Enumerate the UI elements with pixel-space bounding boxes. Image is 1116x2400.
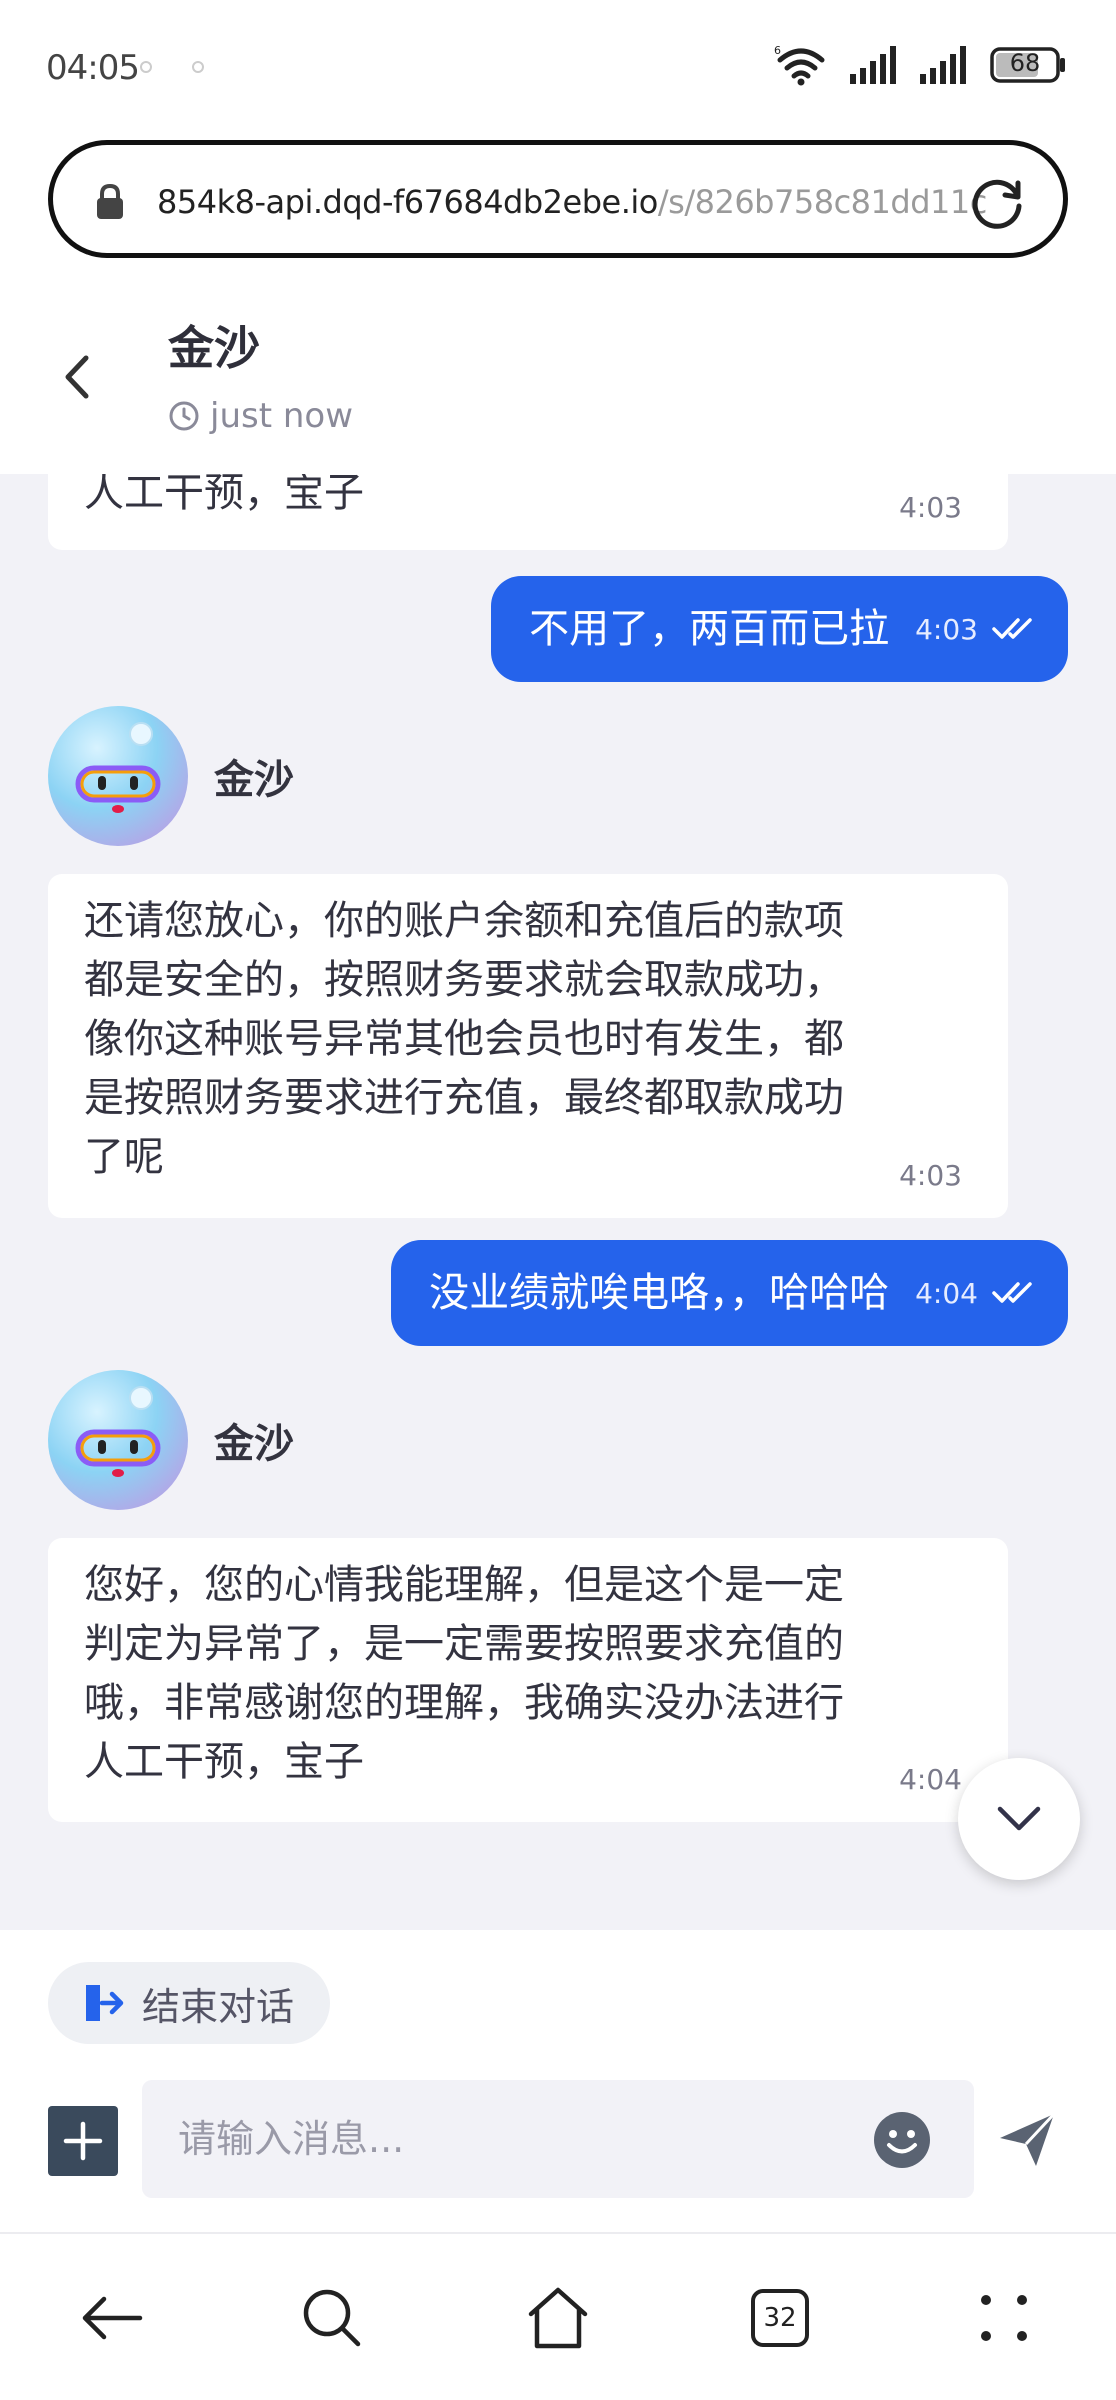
nav-home-button[interactable] (518, 2278, 598, 2358)
sender-name: 金沙 (214, 757, 294, 803)
chevron-down-icon (997, 1806, 1041, 1831)
message-time: 4:03 (899, 491, 962, 524)
message-time: 4:04 (915, 1276, 978, 1310)
incoming-message: 还请您放心，你的账户余额和充值后的款项 都是安全的，按照财务要求就会取款成功， … (48, 874, 1008, 1218)
svg-text:6: 6 (774, 44, 781, 57)
end-chat-button[interactable]: 结束对话 (48, 1962, 331, 2044)
message-list[interactable]: 人工干预，宝子 4:03 不用了，两百而已拉 4:03 金沙 还请您放心，你的账… (0, 474, 1116, 1930)
chat-title: 金沙 (168, 321, 260, 375)
message-text: 还请您放心，你的账户余额和充值后的款项 都是安全的，按照财务要求就会取款成功， … (84, 898, 844, 1180)
avatar[interactable] (48, 706, 188, 846)
home-icon (528, 2287, 588, 2349)
status-bar: 04:05 6 68 (0, 0, 1116, 140)
message-input[interactable] (142, 2080, 974, 2198)
add-attachment-button[interactable] (48, 2106, 118, 2176)
notification-dots (140, 58, 244, 77)
status-icons: 6 68 (774, 42, 1066, 88)
outgoing-message: 没业绩就唉电咯，，哈哈哈 4:04 (391, 1240, 1068, 1346)
emoji-icon[interactable] (872, 2110, 932, 2170)
message-text: 没业绩就唉电咯，，哈哈哈 (429, 1269, 890, 1316)
send-icon[interactable] (996, 2110, 1060, 2170)
message-text: 不用了，两百而已拉 (529, 605, 890, 652)
url-path: /s/826b758c81dd11c9de (657, 183, 987, 221)
scroll-to-bottom-button[interactable] (958, 1758, 1080, 1880)
signal-strength-icon (850, 46, 896, 84)
nav-menu-button[interactable] (964, 2278, 1044, 2358)
exit-icon (86, 1985, 124, 2021)
tabs-count: 32 (751, 2289, 809, 2347)
read-receipt-icon (992, 1282, 1032, 1303)
sender-name: 金沙 (214, 1421, 294, 1467)
wifi-icon: 6 (774, 44, 825, 86)
avatar[interactable] (48, 1370, 188, 1510)
battery-icon: 68 (990, 47, 1066, 83)
message-time: 4:04 (899, 1763, 962, 1796)
clock-icon (169, 401, 199, 431)
menu-dots-icon (981, 2295, 1027, 2341)
incoming-message: 您好，您的心情我能理解，但是这个是一定 判定为异常了，是一定需要按照要求充值的 … (48, 1538, 1008, 1822)
message-time: 4:03 (899, 1159, 962, 1192)
robot-avatar-icon (75, 722, 161, 813)
browser-bar: 854k8-api.dqd-f67684db2ebe.io/s/826b758c… (0, 140, 1116, 290)
signal-strength-icon-2 (920, 46, 966, 84)
nav-search-button[interactable] (292, 2278, 372, 2358)
sender-row: 金沙 (48, 1370, 294, 1510)
sender-row: 金沙 (48, 706, 294, 846)
message-text: 人工干预，宝子 (84, 474, 364, 516)
lock-icon (97, 183, 123, 219)
nav-tabs-button[interactable]: 32 (740, 2278, 820, 2358)
outgoing-message: 不用了，两百而已拉 4:03 (491, 576, 1068, 682)
battery-level: 68 (1009, 49, 1041, 77)
last-seen-text: just now (210, 396, 354, 436)
search-icon (303, 2289, 361, 2347)
arrow-left-icon (82, 2296, 143, 2340)
status-time: 04:05 (46, 48, 140, 88)
end-chat-label: 结束对话 (142, 1984, 295, 2029)
message-time: 4:03 (915, 612, 978, 646)
robot-avatar-icon (75, 1386, 161, 1477)
chat-header: 金沙 just now (0, 290, 1116, 474)
last-seen: just now (168, 396, 353, 436)
url-text[interactable]: 854k8-api.dqd-f67684db2ebe.io/s/826b758c… (157, 183, 987, 221)
message-text: 您好，您的心情我能理解，但是这个是一定 判定为异常了，是一定需要按照要求充值的 … (84, 1562, 844, 1785)
reload-icon[interactable] (969, 173, 1027, 231)
read-receipt-icon (992, 618, 1032, 639)
nav-back-button[interactable] (72, 2278, 152, 2358)
back-arrow-icon[interactable] (62, 352, 92, 402)
compose-area: 结束对话 (0, 1930, 1116, 2234)
url-host: 854k8-api.dqd-f67684db2ebe.io (157, 183, 658, 221)
incoming-message: 人工干预，宝子 4:03 (48, 474, 1008, 550)
plus-icon (63, 2121, 103, 2161)
url-bar[interactable]: 854k8-api.dqd-f67684db2ebe.io/s/826b758c… (48, 140, 1068, 258)
browser-nav-bar: 32 (0, 2234, 1116, 2400)
